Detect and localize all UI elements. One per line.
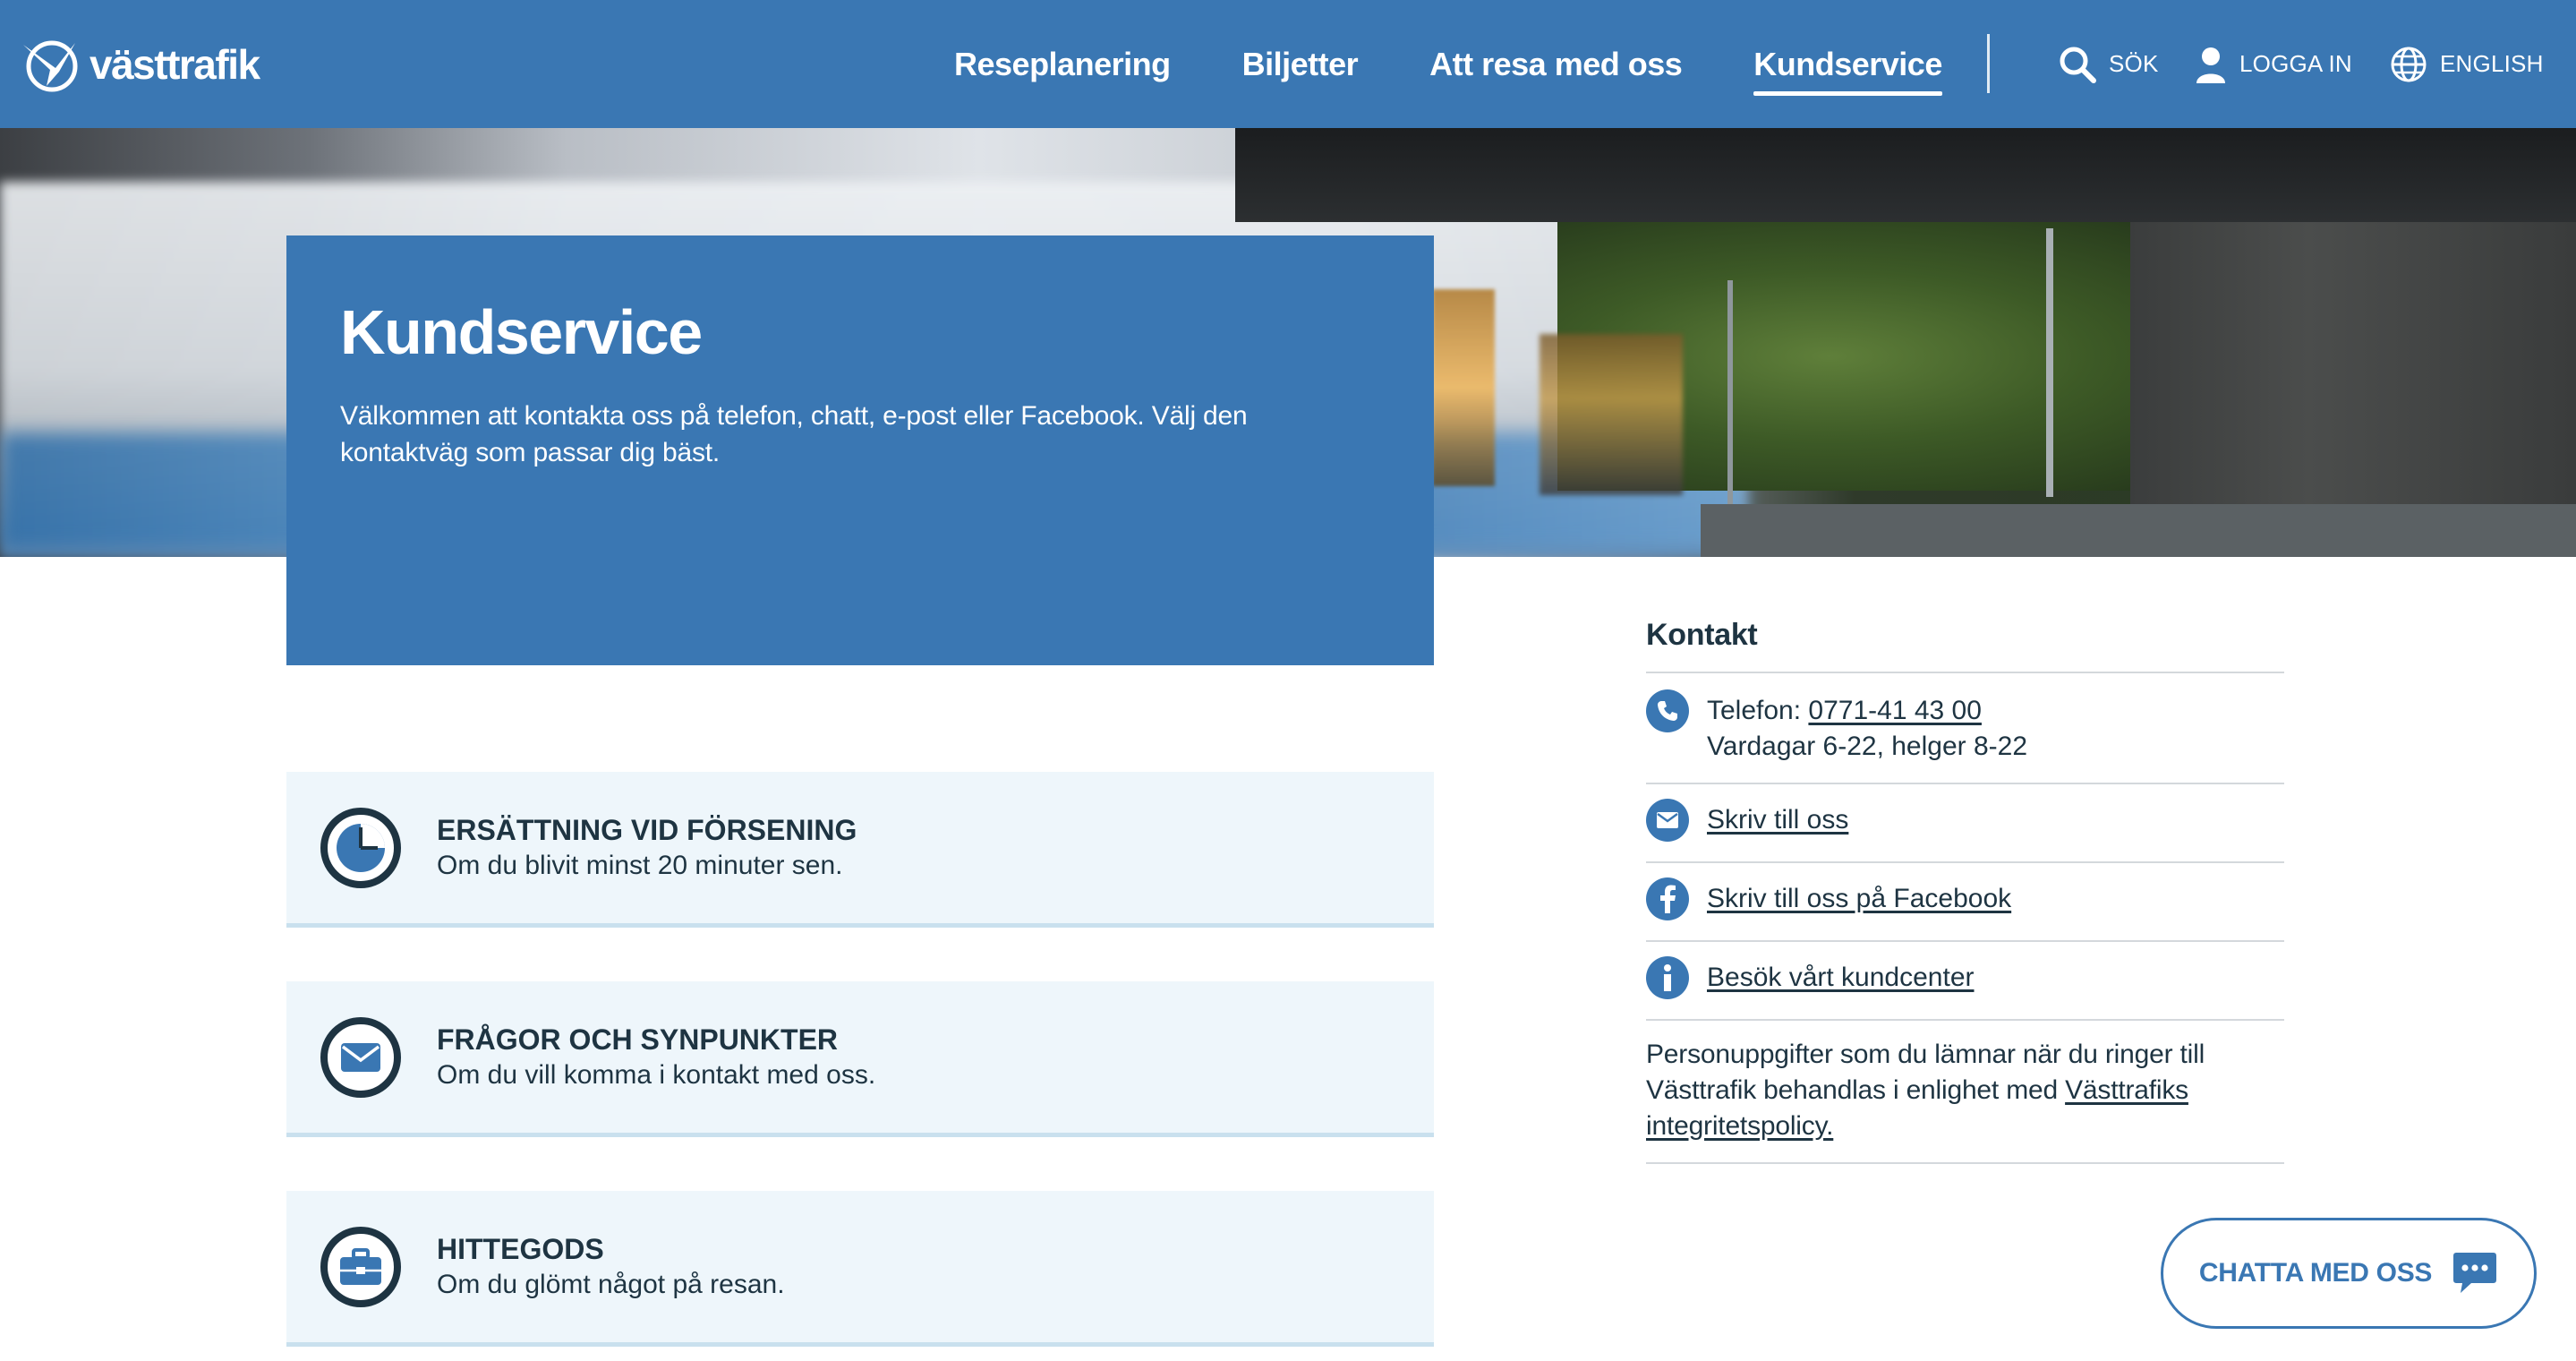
facebook-link[interactable]: Skriv till oss på Facebook [1707,881,2011,917]
hero-window-light [1432,289,1495,486]
chat-label: CHATTA MED OSS [2198,1258,2433,1288]
contact-facebook: Skriv till oss på Facebook [1646,863,2284,942]
card-subtitle: Om du glömt något på resan. [437,1269,785,1299]
card-text: HITTEGODS Om du glömt något på resan. [437,1231,785,1303]
nav-divider [1987,34,1990,93]
card-title: FRÅGOR OCH SYNPUNKTER [437,1023,839,1056]
page-intro: Välkommen att kontakta oss på telefon, c… [340,401,1248,467]
chat-bubble-icon [2453,1253,2497,1293]
logo-icon [23,40,78,92]
nav-item-biljetter[interactable]: Biljetter [1242,39,1359,90]
globe-icon [2391,47,2427,81]
phone-number-link[interactable]: 0771-41 43 00 [1808,696,1982,725]
card-subtitle: Om du vill komma i kontakt med oss. [437,1059,876,1090]
login-button[interactable]: LOGGA IN [2195,0,2352,128]
contact-email: Skriv till oss [1646,784,2284,863]
main-nav: Reseplanering Biljetter Att resa med oss… [954,0,2014,128]
envelope-icon [1646,799,1689,842]
hero-bridge [1235,128,2576,222]
nav-item-att-resa-med-oss[interactable]: Att resa med oss [1429,39,1683,90]
contact-heading: Kontakt [1646,609,2284,673]
card-subtitle: Om du blivit minst 20 minuter sen. [437,850,843,880]
card-text: FRÅGOR OCH SYNPUNKTER Om du vill komma i… [437,1022,875,1093]
card-title: ERSÄTTNING VID FÖRSENING [437,813,857,846]
search-icon [2060,47,2096,83]
phone-prefix: Telefon: [1707,696,1809,725]
phone-text: Telefon: 0771-41 43 00 Vardagar 6-22, he… [1707,693,2027,765]
clock-icon [320,807,401,888]
briefcase-icon [320,1226,401,1307]
contact-sidebar: Kontakt Telefon: 0771-41 43 00 Vardagar … [1646,609,2284,1164]
language-label: ENGLISH [2440,50,2544,77]
contact-visit: Besök vårt kundcenter [1646,942,2284,1021]
card-text: ERSÄTTNING VID FÖRSENING Om du blivit mi… [437,812,857,884]
hero-wall [2130,222,2576,509]
privacy-notice: Personuppgifter som du lämnar när du rin… [1646,1021,2284,1164]
chat-button[interactable]: CHATTA MED OSS [2161,1218,2537,1329]
login-label: LOGGA IN [2239,50,2352,77]
nav-item-reseplanering[interactable]: Reseplanering [954,39,1171,90]
contact-phone: Telefon: 0771-41 43 00 Vardagar 6-22, he… [1646,673,2284,784]
phone-hours: Vardagar 6-22, helger 8-22 [1707,732,2028,761]
language-button[interactable]: ENGLISH [2390,0,2544,128]
search-button[interactable]: SÖK [2059,0,2159,128]
user-icon [2196,47,2225,83]
write-us-link[interactable]: Skriv till oss [1707,802,1848,838]
facebook-icon [1646,877,1689,920]
card-lost-property[interactable]: HITTEGODS Om du glömt något på resan. [286,1191,1434,1347]
hero-pole [2046,228,2053,497]
hero-window [1540,334,1683,495]
nav-item-kundservice[interactable]: Kundservice [1753,39,1942,96]
envelope-icon [320,1016,401,1098]
title-panel: Kundservice Välkommen att kontakta oss p… [286,235,1434,665]
phone-icon [1646,689,1689,732]
search-label: SÖK [2109,50,2159,77]
visit-customer-center-link[interactable]: Besök vårt kundcenter [1707,960,1975,996]
hero-road [1701,504,2576,557]
hero-pole [1727,280,1733,504]
site-header: västtrafik Reseplanering Biljetter Att r… [0,0,2576,128]
info-icon [1646,956,1689,999]
vasttrafik-logo[interactable]: västtrafik [20,36,260,93]
page-title: Kundservice [340,297,703,367]
card-title: HITTEGODS [437,1232,604,1265]
card-questions[interactable]: FRÅGOR OCH SYNPUNKTER Om du vill komma i… [286,981,1434,1137]
logo-text: västtrafik [90,41,260,88]
card-compensation[interactable]: ERSÄTTNING VID FÖRSENING Om du blivit mi… [286,772,1434,928]
